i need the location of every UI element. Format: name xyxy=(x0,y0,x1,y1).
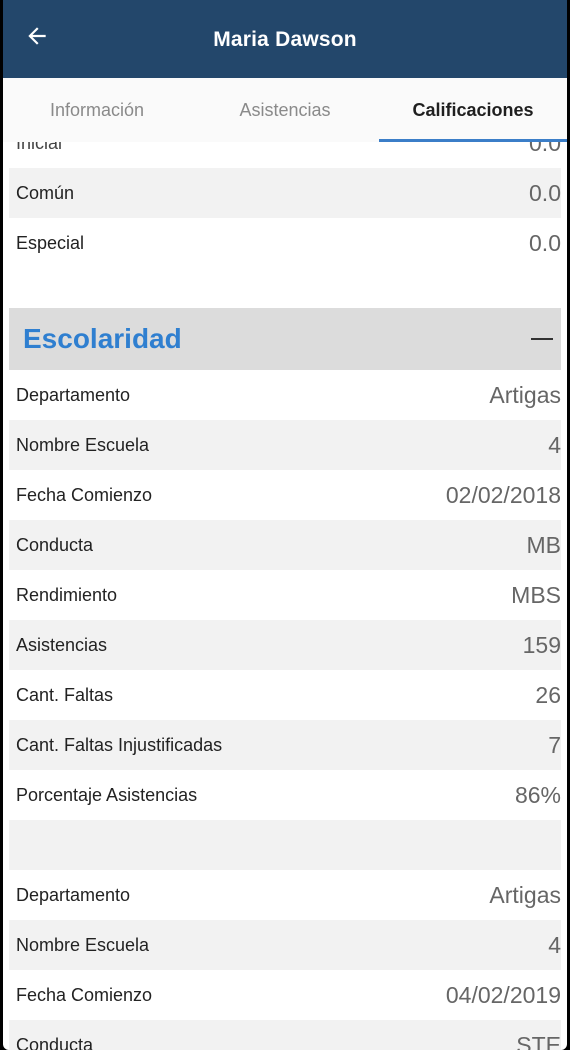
section-title: Escolaridad xyxy=(23,323,182,354)
row-label: Especial xyxy=(16,232,85,253)
list-item: Departamento Artigas xyxy=(9,370,561,420)
row-value: 4 xyxy=(548,431,561,458)
list-item: Nombre Escuela 4 xyxy=(9,420,561,470)
row-value: STE xyxy=(516,1031,561,1050)
row-value: 159 xyxy=(522,631,561,658)
row-label: Departamento xyxy=(16,884,131,905)
row-label: Nombre Escuela xyxy=(16,934,150,955)
row-label: Conducta xyxy=(16,1034,94,1050)
row-label: Departamento xyxy=(16,384,131,405)
page-title: Maria Dawson xyxy=(213,28,357,51)
row-value: 04/02/2019 xyxy=(445,981,561,1008)
row-value: MBS xyxy=(511,581,561,608)
row-value: 26 xyxy=(535,681,561,708)
row-value: 0.0 xyxy=(529,179,561,206)
row-label: Conducta xyxy=(16,534,94,555)
phone-screen: Maria Dawson Información Asistencias Cal… xyxy=(3,0,567,1050)
tab-informacion[interactable]: Información xyxy=(3,78,191,142)
list-item: Común 0.0 xyxy=(9,168,561,218)
list-item: Cant. Faltas Injustificadas 7 xyxy=(9,720,561,770)
list-item: Nombre Escuela 4 xyxy=(9,920,561,970)
list-item: Cant. Faltas 26 xyxy=(9,670,561,720)
row-label: Cant. Faltas xyxy=(16,684,114,705)
row-value: 4 xyxy=(548,931,561,958)
tab-label: Calificaciones xyxy=(412,99,534,120)
list-item: Fecha Comienzo 02/02/2018 xyxy=(9,470,561,520)
tab-bar: Información Asistencias Calificaciones xyxy=(3,78,567,142)
row-label: Fecha Comienzo xyxy=(16,984,153,1005)
list-item: Porcentaje Asistencias 86% xyxy=(9,770,561,820)
list-item: Inicial 0.0 xyxy=(9,142,561,168)
row-label: Asistencias xyxy=(16,634,108,655)
row-label: Cant. Faltas Injustificadas xyxy=(16,734,223,755)
tab-asistencias[interactable]: Asistencias xyxy=(191,78,379,142)
row-label: Porcentaje Asistencias xyxy=(16,784,198,805)
row-label: Común xyxy=(16,182,75,203)
tab-label: Información xyxy=(49,99,145,120)
row-value: 86% xyxy=(514,781,561,808)
row-value: 0.0 xyxy=(529,142,561,156)
row-label: Inicial xyxy=(16,142,63,153)
row-value: 7 xyxy=(548,731,561,758)
section-header-escolaridad[interactable]: Escolaridad xyxy=(9,308,561,370)
record-separator xyxy=(9,820,561,870)
row-value: Artigas xyxy=(489,881,561,908)
row-label: Rendimiento xyxy=(16,584,118,605)
list-item: Conducta STE xyxy=(9,1020,561,1050)
app-bar: Maria Dawson xyxy=(3,0,567,78)
list-item: Asistencias 159 xyxy=(9,620,561,670)
tab-calificaciones[interactable]: Calificaciones xyxy=(379,78,567,142)
row-value: 0.0 xyxy=(529,229,561,256)
list-item: Especial 0.0 xyxy=(9,218,561,268)
row-value: MB xyxy=(526,531,562,558)
list-item: Fecha Comienzo 04/02/2019 xyxy=(9,970,561,1020)
row-value: 02/02/2018 xyxy=(445,481,561,508)
content-scroll[interactable]: Inicial 0.0 Común 0.0 Especial 0.0 Escol… xyxy=(3,142,567,1050)
row-value: Artigas xyxy=(489,381,561,408)
list-item: Rendimiento MBS xyxy=(9,570,561,620)
row-label: Fecha Comienzo xyxy=(16,484,153,505)
list-item: Conducta MB xyxy=(9,520,561,570)
row-label: Nombre Escuela xyxy=(16,434,150,455)
tab-label: Asistencias xyxy=(239,99,331,120)
minus-icon[interactable] xyxy=(531,338,553,340)
list-item: Departamento Artigas xyxy=(9,870,561,920)
